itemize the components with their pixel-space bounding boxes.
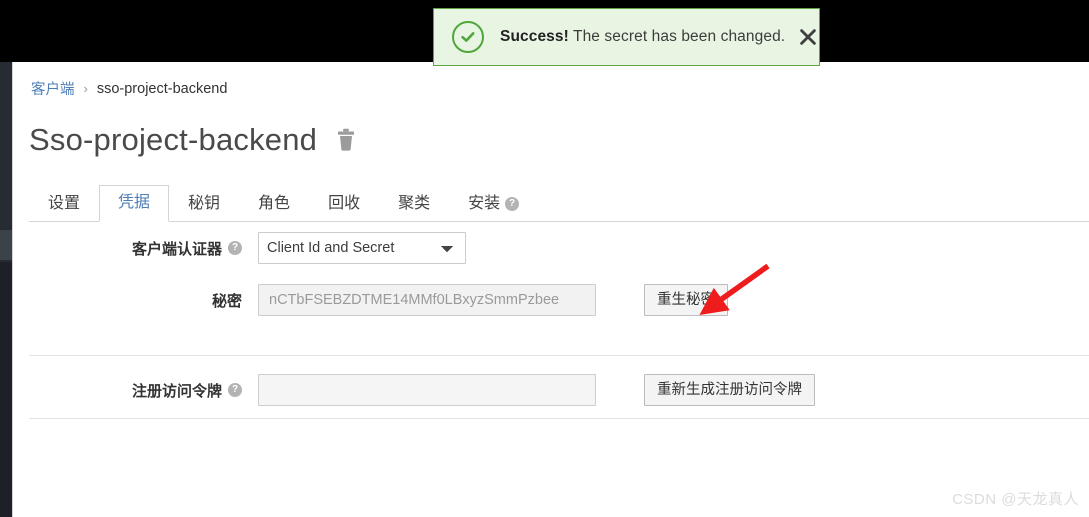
client-authenticator-label: 客户端认证器 <box>131 240 222 258</box>
check-circle-icon <box>452 21 484 53</box>
tab-credentials-label: 凭据 <box>118 194 151 212</box>
secret-label-wrap: 秘密 <box>29 290 258 311</box>
breadcrumb-separator-icon: › <box>83 81 88 96</box>
secret-input[interactable] <box>258 284 596 316</box>
page-title-row: Sso-project-backend <box>29 124 357 155</box>
alert-body-text: The secret has been changed. <box>568 28 786 45</box>
registration-token-field: 重新生成注册访问令牌 <box>258 373 815 407</box>
app-window: 客户端 › sso-project-backend Sso-project-ba… <box>0 0 1089 517</box>
tab-revocation-label: 回收 <box>328 195 361 213</box>
tab-roles-label: 角色 <box>258 195 291 213</box>
alert-message: Success! The secret has been changed. <box>500 28 785 46</box>
close-icon[interactable] <box>795 24 821 50</box>
registration-token-label-wrap: 注册访问令牌 ? <box>29 380 258 401</box>
breadcrumb-parent-link[interactable]: 客户端 <box>31 78 75 99</box>
form-group-registration-access-token: 注册访问令牌 ? 重新生成注册访问令牌 <box>29 364 1089 416</box>
registration-token-input[interactable] <box>258 374 596 406</box>
secret-field: 重生秘密 <box>258 283 728 317</box>
sidebar-rail-segment-active[interactable] <box>0 230 12 260</box>
client-authenticator-select[interactable]: Client Id and Secret <box>258 232 466 264</box>
tab-installation[interactable]: 安装 ? <box>449 186 538 222</box>
tab-keys-label: 秘钥 <box>188 195 221 213</box>
tab-bar: 设置 凭据 秘钥 角色 回收 聚类 安装 ? <box>29 184 1089 222</box>
form-divider-top <box>29 355 1089 356</box>
credentials-form: 客户端认证器 ? Client Id and Secret 秘密 重生秘密 <box>29 222 1089 326</box>
main-content: 客户端 › sso-project-backend Sso-project-ba… <box>13 62 1089 517</box>
tab-clustering[interactable]: 聚类 <box>379 186 449 222</box>
tab-keys[interactable]: 秘钥 <box>169 186 239 222</box>
trash-icon[interactable] <box>335 128 357 152</box>
help-icon-installation[interactable]: ? <box>505 197 520 212</box>
secret-label: 秘密 <box>211 292 242 310</box>
left-sidebar-rail[interactable] <box>0 62 13 517</box>
tab-settings-label: 设置 <box>48 195 81 213</box>
sidebar-rail-segment-middle <box>0 168 12 228</box>
sidebar-rail-segment-lower <box>0 262 12 517</box>
form-group-secret: 秘密 重生秘密 <box>29 274 1089 326</box>
client-authenticator-field: Client Id and Secret <box>258 232 466 264</box>
watermark: CSDN @天龙真人 <box>952 491 1079 508</box>
regenerate-secret-button[interactable]: 重生秘密 <box>644 283 728 317</box>
form-group-client-authenticator: 客户端认证器 ? Client Id and Secret <box>29 222 1089 274</box>
tab-credentials[interactable]: 凭据 <box>99 185 170 222</box>
breadcrumb-current: sso-project-backend <box>96 80 228 97</box>
alert-strong-text: Success! <box>500 28 569 45</box>
regenerate-registration-token-button[interactable]: 重新生成注册访问令牌 <box>644 373 815 407</box>
page-title: Sso-project-backend <box>29 122 318 157</box>
tab-clustering-label: 聚类 <box>398 195 431 213</box>
breadcrumb: 客户端 › sso-project-backend <box>31 78 227 99</box>
help-icon-client-authenticator[interactable]: ? <box>228 241 242 255</box>
sidebar-rail-segment-top <box>0 62 12 166</box>
tab-settings[interactable]: 设置 <box>29 186 99 222</box>
success-alert: Success! The secret has been changed. <box>433 8 820 66</box>
registration-token-form: 注册访问令牌 ? 重新生成注册访问令牌 <box>29 364 1089 416</box>
form-divider-bottom <box>29 418 1089 419</box>
registration-token-label: 注册访问令牌 <box>131 382 222 400</box>
tab-installation-label: 安装 <box>468 195 501 213</box>
help-icon-registration-token[interactable]: ? <box>228 383 242 397</box>
tab-revocation[interactable]: 回收 <box>309 186 379 222</box>
client-authenticator-label-wrap: 客户端认证器 ? <box>29 238 258 259</box>
tab-roles[interactable]: 角色 <box>239 186 309 222</box>
